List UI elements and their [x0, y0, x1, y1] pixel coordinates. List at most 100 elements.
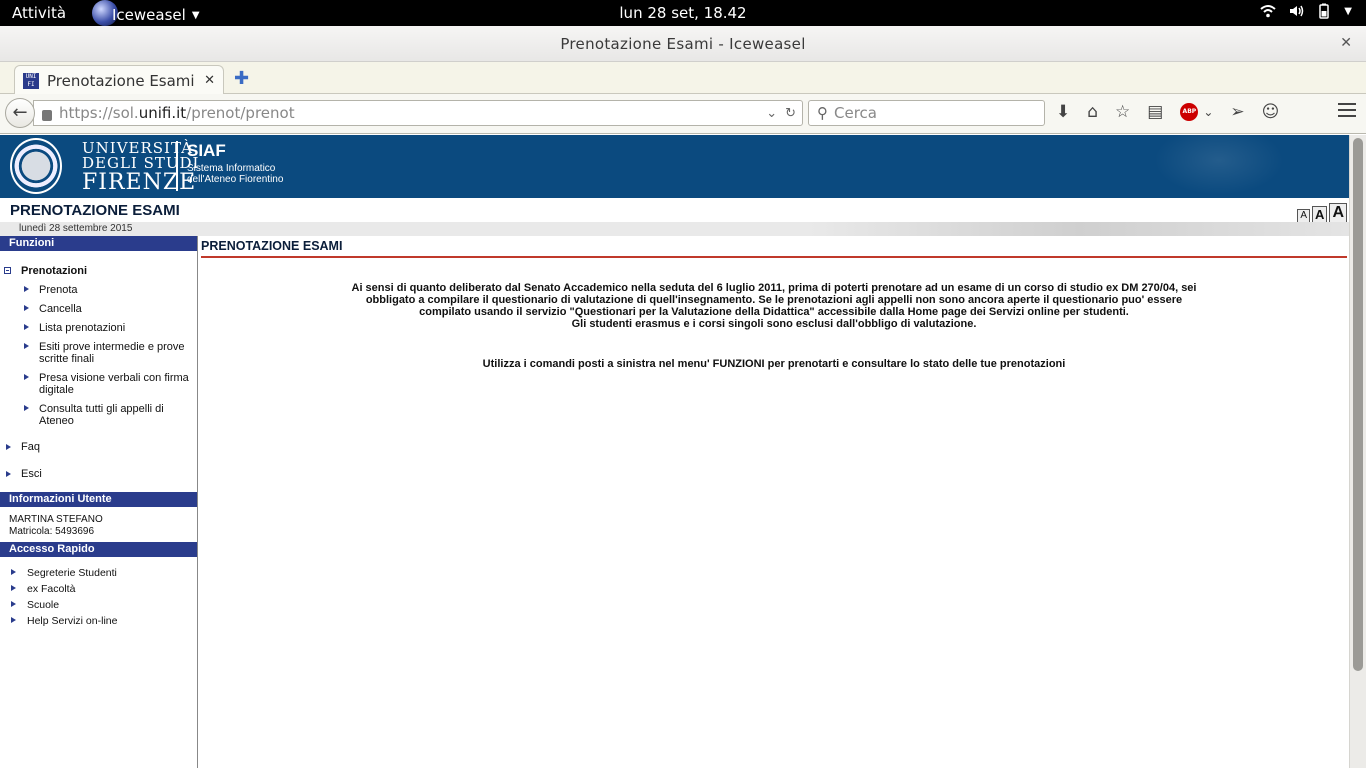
scrollbar-thumb[interactable]: [1353, 138, 1363, 671]
quick-item-scuole[interactable]: Scuole: [0, 599, 197, 615]
downloads-icon[interactable]: ⬇: [1056, 102, 1070, 122]
content-title: PRENOTAZIONE ESAMI: [201, 239, 1347, 258]
university-line2: DEGLI STUDI: [82, 154, 200, 172]
sidebar-item-label: Cancella: [39, 303, 82, 315]
chevron-down-icon[interactable]: ⌄: [1203, 105, 1213, 119]
siaf-subtitle-1: Sistema Informatico: [187, 163, 276, 174]
window-title: Prenotazione Esami - Iceweasel: [560, 35, 806, 53]
notice-line: compilato usando il servizio "Questionar…: [419, 306, 1129, 318]
quick-item-help[interactable]: Help Servizi on-line: [0, 615, 197, 631]
tab-strip: UNI FI Prenotazione Esami ✕ ✚: [0, 62, 1366, 95]
back-arrow-icon: ←: [12, 102, 28, 123]
chevron-down-icon: ▼: [1344, 5, 1352, 17]
chat-icon[interactable]: ☺: [1262, 102, 1280, 122]
quick-item-label: Help Servizi on-line: [27, 615, 118, 627]
funzioni-header: Funzioni: [0, 236, 197, 251]
arrow-right-icon: [24, 305, 29, 311]
sidebar-item-presa-visione-verbali[interactable]: Presa visione verbali con firma digitale: [0, 372, 197, 403]
banner-decoration: [1149, 135, 1289, 198]
funzioni-menu: Prenotazioni Prenota Cancella Lista pren…: [0, 251, 197, 495]
sidebar-item-esiti-prove[interactable]: Esiti prove intermedie e prove scritte f…: [0, 341, 197, 372]
university-wordmark[interactable]: UNIVERSITÀ DEGLI STUDI FIRENZE: [82, 141, 200, 195]
clock[interactable]: lun 28 set, 18.42: [0, 4, 1366, 22]
arrow-right-icon: [11, 601, 16, 607]
date-strip: lunedì 28 settembre 2015: [0, 222, 1349, 236]
font-large-button[interactable]: A: [1329, 203, 1347, 223]
notice-line: obbligato a compilare il questionario di…: [365, 294, 1183, 306]
collapse-icon[interactable]: [4, 267, 11, 274]
close-tab-icon[interactable]: ✕: [204, 73, 215, 88]
quick-item-segreterie[interactable]: Segreterie Studenti: [0, 567, 197, 583]
url-bar[interactable]: https://sol. unifi.it/prenot/prenot ⌄ ↻: [33, 100, 803, 126]
sidebar-item-label: Faq: [21, 441, 40, 453]
page-scrollbar[interactable]: [1349, 135, 1366, 768]
sidebar-item-prenota[interactable]: Prenota: [0, 284, 197, 303]
sidebar-item-label: Lista prenotazioni: [39, 322, 126, 334]
sidebar-item-label: Esiti prove intermedie e prove scritte f…: [39, 341, 185, 365]
search-placeholder: Cerca: [834, 104, 877, 122]
sidebar-item-faq[interactable]: Faq: [0, 441, 197, 468]
sidebar-item-cancella[interactable]: Cancella: [0, 303, 197, 322]
banner-divider: [176, 141, 178, 191]
sidebar-item-label: Presa visione verbali con firma digitale: [39, 372, 189, 396]
sidebar-item-label: Prenota: [39, 284, 78, 296]
font-small-button[interactable]: A: [1297, 209, 1311, 223]
system-tray[interactable]: ▼: [1260, 3, 1352, 19]
wifi-icon: [1260, 5, 1276, 18]
reload-icon[interactable]: ↻: [785, 106, 796, 121]
url-history-dropdown-icon[interactable]: ⌄: [766, 106, 777, 121]
arrow-right-icon: [24, 324, 29, 330]
arrow-right-icon: [11, 585, 16, 591]
prenotazioni-group[interactable]: Prenotazioni: [0, 264, 197, 284]
arrow-right-icon: [6, 471, 11, 477]
quick-item-label: ex Facoltà: [27, 583, 76, 595]
back-button[interactable]: ←: [5, 98, 35, 128]
university-banner: UNIVERSITÀ DEGLI STUDI FIRENZE SIAF Sist…: [0, 135, 1349, 198]
volume-icon: [1290, 5, 1304, 17]
hamburger-menu-icon[interactable]: [1338, 103, 1356, 117]
search-input[interactable]: ⚲ Cerca: [808, 100, 1045, 126]
adblock-plus-icon[interactable]: ABP: [1180, 103, 1199, 121]
sidebar-item-label: Esci: [21, 468, 42, 480]
siaf-logo[interactable]: SIAF Sistema Informatico dell'Ateneo Fio…: [187, 141, 283, 185]
new-tab-button[interactable]: ✚: [234, 68, 249, 89]
siaf-name: SIAF: [187, 141, 226, 160]
sidebar-item-lista-prenotazioni[interactable]: Lista prenotazioni: [0, 322, 197, 341]
home-icon[interactable]: ⌂: [1087, 102, 1098, 122]
sidebar-item-esci[interactable]: Esci: [0, 468, 197, 495]
sidebar: Funzioni Prenotazioni Prenota Cancella L…: [0, 236, 198, 768]
window-close-button[interactable]: ✕: [1340, 35, 1352, 51]
user-matricola: Matricola: 5493696: [9, 526, 95, 537]
tab-prenotazione-esami[interactable]: UNI FI Prenotazione Esami ✕: [14, 65, 224, 95]
evaluation-notice: Ai sensi di quanto deliberato dal Senato…: [201, 282, 1347, 330]
current-date: lunedì 28 settembre 2015: [19, 223, 133, 234]
send-icon[interactable]: ➢: [1230, 102, 1244, 122]
battery-icon: [1319, 3, 1330, 19]
reading-list-icon[interactable]: ▤: [1147, 102, 1163, 122]
lock-icon: [42, 109, 52, 121]
university-line3: FIRENZE: [82, 170, 197, 195]
bookmark-star-icon[interactable]: ☆: [1115, 102, 1130, 122]
quick-item-label: Scuole: [27, 599, 60, 611]
siaf-subtitle-2: dell'Ateneo Fiorentino: [187, 174, 284, 185]
page-title: PRENOTAZIONE ESAMI: [10, 202, 180, 219]
sidebar-item-consulta-appelli[interactable]: Consulta tutti gli appelli di Ateneo: [0, 403, 197, 441]
prenotazioni-label: Prenotazioni: [21, 265, 88, 277]
navigation-toolbar: https://sol. unifi.it/prenot/prenot ⌄ ↻ ←…: [0, 94, 1366, 134]
main-content: PRENOTAZIONE ESAMI Ai sensi di quanto de…: [201, 239, 1347, 370]
notice-line: Ai sensi di quanto deliberato dal Senato…: [351, 282, 1197, 294]
arrow-right-icon: [24, 343, 29, 349]
arrow-right-icon: [11, 569, 16, 575]
url-domain: unifi.it: [138, 104, 187, 122]
window-title-bar: Prenotazione Esami - Iceweasel ✕: [0, 26, 1366, 62]
arrow-right-icon: [24, 405, 29, 411]
arrow-right-icon: [11, 617, 16, 623]
font-medium-button[interactable]: A: [1312, 206, 1328, 223]
system-top-bar: Attività Iceweasel ▼ lun 28 set, 18.42 ▼: [0, 0, 1366, 26]
search-icon: ⚲: [817, 104, 828, 122]
instructions-text: Utilizza i comandi posti a sinistra nel …: [482, 358, 1066, 370]
sidebar-item-label: Consulta tutti gli appelli di Ateneo: [39, 403, 164, 427]
quick-item-ex-facolta[interactable]: ex Facoltà: [0, 583, 197, 599]
url-prefix: https://sol.: [59, 104, 139, 122]
notice-line: Gli studenti erasmus e i corsi singoli s…: [571, 318, 977, 330]
